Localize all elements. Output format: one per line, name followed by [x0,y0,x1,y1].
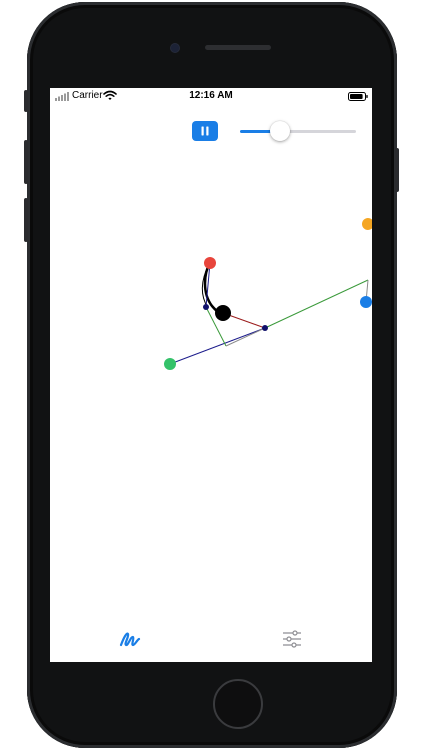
mute-switch[interactable] [24,90,28,112]
slider-thumb[interactable] [269,121,290,141]
joint-right[interactable] [262,325,268,331]
pendulum-ball-green[interactable] [164,358,176,370]
earpiece-speaker [205,45,271,50]
tab-bar [50,624,372,662]
slider-track-empty [279,130,356,133]
link-navy-lower [169,327,266,365]
joint-upper[interactable] [203,304,209,310]
pendulum-canvas[interactable] [50,88,372,624]
tab-draw[interactable] [118,628,142,650]
pendulum-ball-orange[interactable] [362,218,372,230]
pause-icon [201,126,209,136]
home-button[interactable] [213,679,263,729]
pause-button[interactable] [192,121,218,141]
volume-up-button[interactable] [24,140,28,184]
front-camera [171,44,179,52]
pendulum-ball-black[interactable] [215,305,231,321]
tab-settings[interactable] [281,629,303,649]
power-button[interactable] [395,148,399,192]
link-grey-bottom [225,327,266,347]
speed-slider[interactable] [240,120,356,142]
app-screen: Carrier 12:16 AM [50,88,372,662]
volume-down-button[interactable] [24,198,28,242]
link-green-long [264,279,369,329]
sliders-icon [283,630,301,648]
pendulum-ball-red[interactable] [204,257,216,269]
scribble-icon [119,632,141,647]
pendulum-ball-blue[interactable] [360,296,372,308]
